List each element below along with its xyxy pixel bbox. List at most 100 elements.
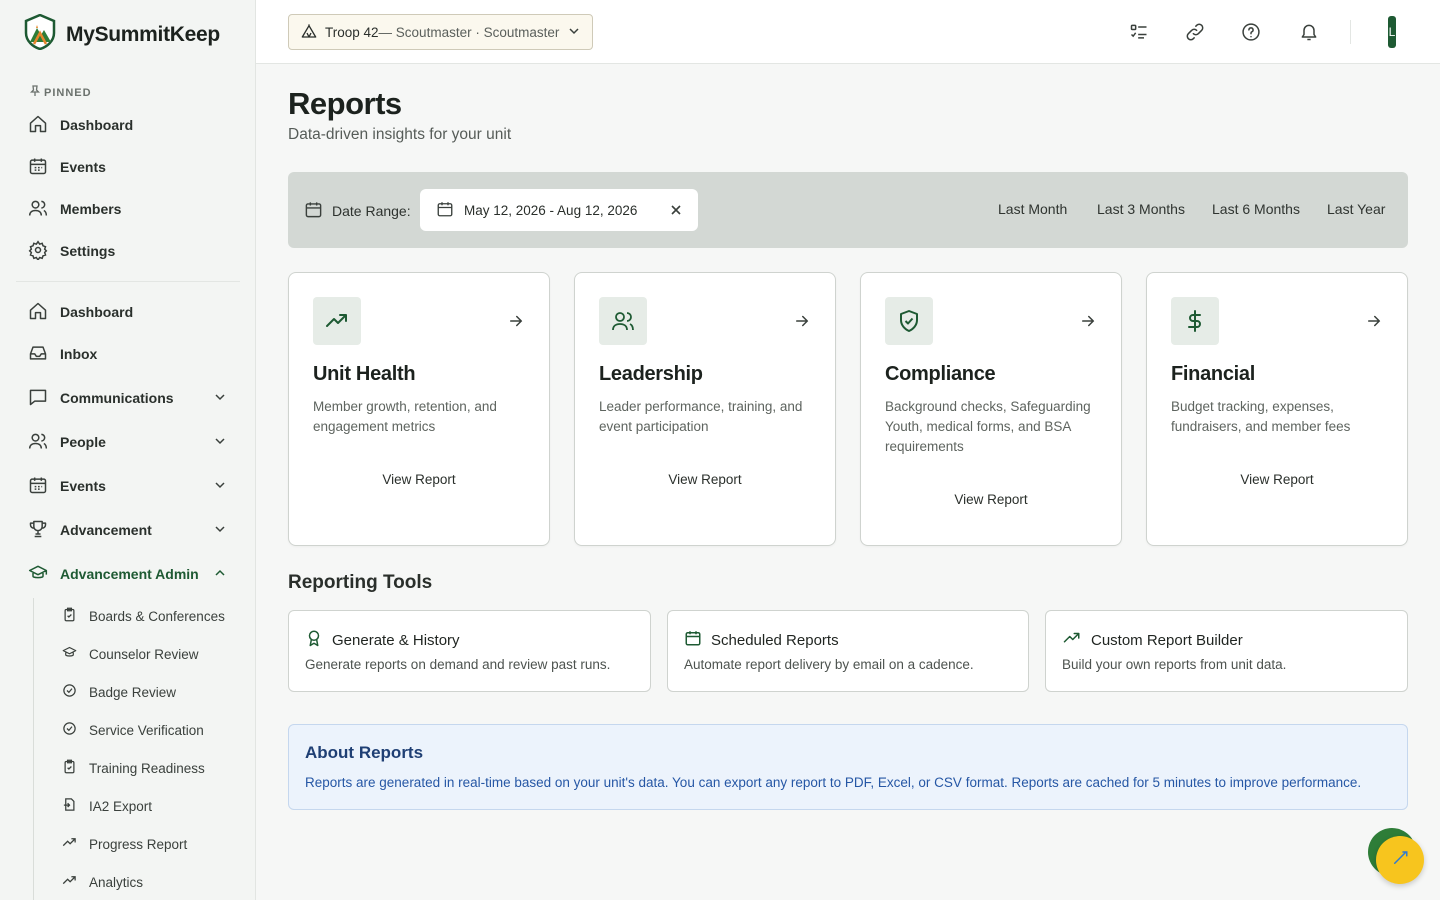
home-icon <box>28 114 48 137</box>
tool-description: Automate report delivery by email on a c… <box>684 657 974 672</box>
report-card-financial[interactable]: Financial Budget tracking, expenses, fun… <box>1146 272 1408 546</box>
card-title: Unit Health <box>313 363 416 385</box>
sidebar-item-events[interactable]: Events <box>28 472 232 500</box>
subitem-label: Counselor Review <box>89 646 199 662</box>
view-report-link[interactable]: View Report <box>861 492 1121 507</box>
pinned-item-settings[interactable]: Settings <box>28 237 232 265</box>
card-title: Financial <box>1171 363 1255 385</box>
tool-title-text: Scheduled Reports <box>711 631 839 649</box>
header-divider <box>1350 20 1351 44</box>
gear-icon <box>28 239 48 263</box>
link-icon[interactable] <box>1183 20 1207 44</box>
checklist-icon[interactable] <box>1127 20 1151 44</box>
inbox-icon <box>28 343 48 366</box>
subitem-training-readiness[interactable]: Training Readiness <box>62 756 205 780</box>
chevron-down-icon <box>214 390 226 406</box>
nav-label: Events <box>60 478 106 494</box>
subnav-guide <box>33 598 34 900</box>
users-icon <box>28 431 48 454</box>
file-export-icon <box>62 797 77 815</box>
unit-selector[interactable]: Troop 42 — Scoutmaster · Scoutmaster <box>288 14 593 50</box>
check-circle-icon <box>62 683 77 701</box>
users-icon <box>599 297 647 345</box>
preset-last-6-months[interactable]: Last 6 Months <box>1212 201 1300 217</box>
sidebar: MySummitKeep PINNED Dashboard Events Mem… <box>0 0 256 900</box>
nav-label: Communications <box>60 390 174 406</box>
avatar[interactable]: L <box>1388 16 1396 48</box>
unit-name: Troop 42 <box>325 24 379 40</box>
sidebar-divider <box>16 281 240 282</box>
top-header: Troop 42 — Scoutmaster · Scoutmaster L <box>256 0 1440 64</box>
bell-icon[interactable] <box>1297 20 1321 44</box>
subitem-label: Progress Report <box>89 836 188 852</box>
tool-title: Generate & History <box>305 629 460 651</box>
nav-label: Events <box>60 159 106 175</box>
sidebar-item-advancement[interactable]: Advancement <box>28 516 232 544</box>
pinned-section-label: PINNED <box>29 85 92 100</box>
nav-label: Advancement Admin <box>60 566 199 582</box>
reporting-tools-title: Reporting Tools <box>288 572 433 593</box>
nav-label: Dashboard <box>60 304 134 320</box>
subitem-badge-review[interactable]: Badge Review <box>62 680 176 704</box>
chevron-down-icon <box>568 25 580 40</box>
sidebar-item-inbox[interactable]: Inbox <box>28 340 232 368</box>
arrow-right-icon <box>1365 312 1383 330</box>
date-range-filter: Date Range: May 12, 2026 - Aug 12, 2026 … <box>288 172 1408 248</box>
subitem-analytics[interactable]: Analytics <box>62 870 143 894</box>
pinned-label-text: PINNED <box>44 86 92 99</box>
sidebar-item-dashboard[interactable]: Dashboard <box>28 298 232 326</box>
subitem-boards-conferences[interactable]: Boards & Conferences <box>62 604 225 628</box>
pinned-item-members[interactable]: Members <box>28 195 232 223</box>
close-icon[interactable] <box>670 204 682 216</box>
award-icon <box>305 629 323 651</box>
feedback-fab[interactable] <box>1376 836 1424 884</box>
subitem-label: Training Readiness <box>89 760 205 776</box>
report-card-unit-health[interactable]: Unit Health Member growth, retention, an… <box>288 272 550 546</box>
unit-role: — Scoutmaster · Scoutmaster <box>378 24 560 40</box>
preset-last-3-months[interactable]: Last 3 Months <box>1097 201 1185 217</box>
arrow-right-icon <box>1079 312 1097 330</box>
arrow-right-icon <box>507 312 525 330</box>
flask-icon <box>1391 849 1409 872</box>
sidebar-item-communications[interactable]: Communications <box>28 384 232 412</box>
sidebar-item-advancement-admin[interactable]: Advancement Admin <box>28 560 232 588</box>
tool-generate-history[interactable]: Generate & History Generate reports on d… <box>288 610 651 692</box>
sidebar-item-people[interactable]: People <box>28 428 232 456</box>
pinned-item-events[interactable]: Events <box>28 153 232 181</box>
help-icon[interactable] <box>1239 20 1263 44</box>
subitem-ia2-export[interactable]: IA2 Export <box>62 794 152 818</box>
subitem-label: IA2 Export <box>89 798 153 814</box>
clipboard-check-icon <box>62 759 77 777</box>
subitem-counselor-review[interactable]: Counselor Review <box>62 642 199 666</box>
subitem-label: Boards & Conferences <box>89 608 225 624</box>
pinned-item-dashboard[interactable]: Dashboard <box>28 111 232 139</box>
calendar-icon <box>684 629 702 651</box>
subitem-progress-report[interactable]: Progress Report <box>62 832 187 856</box>
nav-label: People <box>60 434 106 450</box>
view-report-link[interactable]: View Report <box>1147 472 1407 487</box>
home-icon <box>28 301 48 324</box>
brand[interactable]: MySummitKeep <box>24 13 220 55</box>
tool-scheduled-reports[interactable]: Scheduled Reports Automate report delive… <box>667 610 1029 692</box>
chevron-up-icon <box>214 566 226 582</box>
subitem-service-verification[interactable]: Service Verification <box>62 718 204 742</box>
date-range-input[interactable]: May 12, 2026 - Aug 12, 2026 <box>420 189 698 231</box>
subitem-label: Service Verification <box>89 722 204 738</box>
subitem-label: Badge Review <box>89 684 177 700</box>
card-description: Leader performance, training, and event … <box>599 399 803 434</box>
graduation-cap-icon <box>62 645 77 663</box>
tool-title-text: Generate & History <box>332 631 460 649</box>
report-card-compliance[interactable]: Compliance Background checks, Safeguardi… <box>860 272 1122 546</box>
tool-title: Scheduled Reports <box>684 629 839 651</box>
chevron-down-icon <box>214 434 226 450</box>
about-text: Reports are generated in real-time based… <box>305 775 1362 790</box>
nav-label: Advancement <box>60 522 152 538</box>
preset-last-year[interactable]: Last Year <box>1327 201 1385 217</box>
tool-custom-report-builder[interactable]: Custom Report Builder Build your own rep… <box>1045 610 1408 692</box>
users-icon <box>28 198 48 221</box>
date-range-label: Date Range: <box>304 200 411 222</box>
preset-last-month[interactable]: Last Month <box>998 201 1067 217</box>
report-card-leadership[interactable]: Leadership Leader performance, training,… <box>574 272 836 546</box>
view-report-link[interactable]: View Report <box>575 472 835 487</box>
view-report-link[interactable]: View Report <box>289 472 549 487</box>
